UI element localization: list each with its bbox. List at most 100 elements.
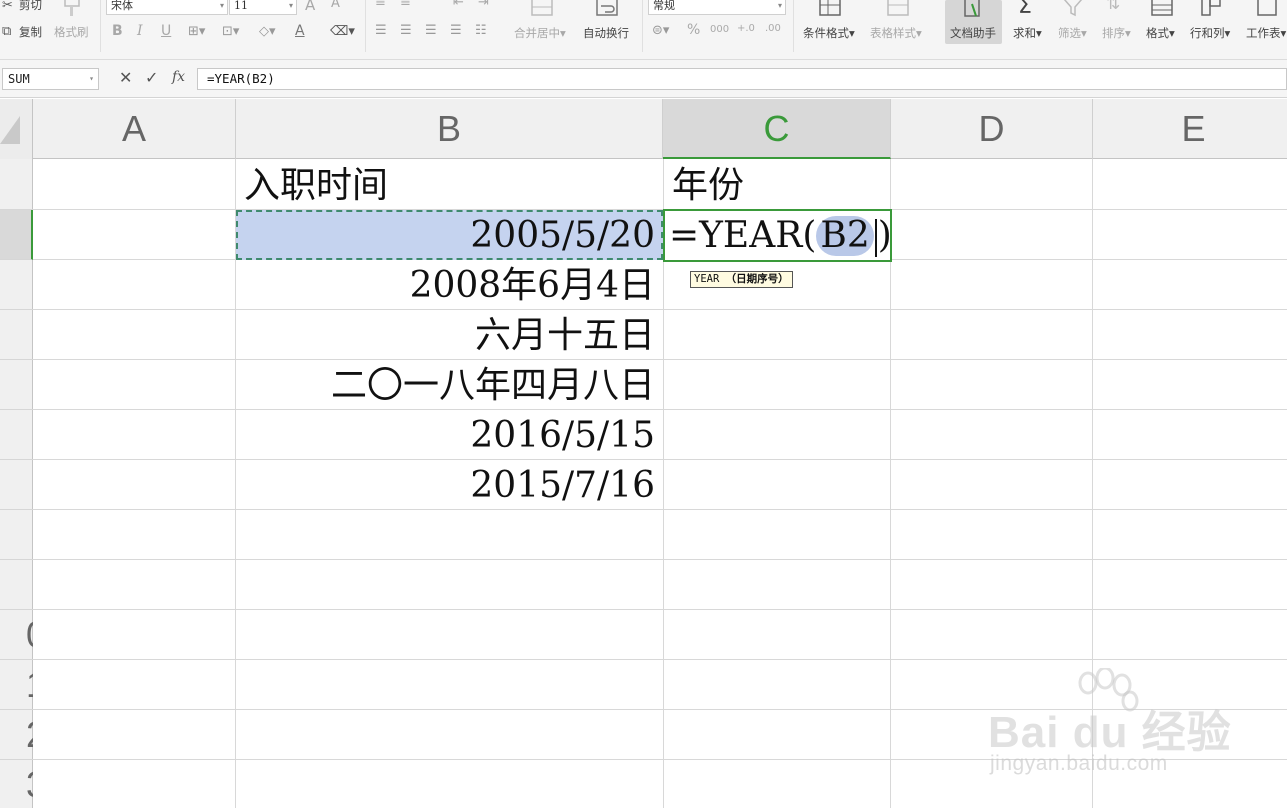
indent-decrease-icon[interactable]: ⇤	[453, 0, 464, 9]
row-header[interactable]	[0, 260, 33, 310]
conditional-format-icon[interactable]	[818, 0, 842, 18]
cell-b2[interactable]: 2005/5/20	[236, 210, 663, 260]
divider	[100, 0, 101, 52]
cell-b5[interactable]: 二〇一八年四月八日	[236, 360, 663, 410]
table-style-button[interactable]: 表格样式▾	[870, 25, 922, 41]
grid-line	[33, 559, 1287, 560]
row-header[interactable]	[0, 160, 33, 210]
cell-b3[interactable]: 2008年6月4日	[236, 260, 663, 310]
row-header[interactable]: 1	[0, 660, 33, 710]
insert-function-button[interactable]: fx	[172, 69, 185, 85]
decrease-decimal-icon[interactable]: .00	[765, 22, 781, 35]
cell-b1[interactable]: 入职时间	[236, 160, 663, 210]
merge-center-icon[interactable]	[530, 0, 554, 18]
cancel-icon[interactable]: ✕	[119, 68, 132, 87]
row-header[interactable]	[0, 510, 33, 560]
divider	[793, 0, 794, 52]
column-header-c[interactable]: C	[663, 99, 891, 159]
row-col-icon[interactable]	[1200, 0, 1222, 18]
fill-color-icon[interactable]: ◇▾	[259, 25, 276, 38]
edit-prefix: =YEAR(	[669, 215, 817, 256]
format-icon[interactable]	[1150, 0, 1174, 18]
thousands-icon[interactable]: 000	[710, 23, 729, 36]
cell-c1[interactable]: 年份	[664, 160, 890, 210]
align-left-icon[interactable]: ☰	[375, 24, 387, 37]
scissors-icon[interactable]: ✂	[2, 0, 13, 12]
cell-b4[interactable]: 六月十五日	[236, 310, 663, 360]
cell-editor[interactable]: =YEAR(B2)	[669, 209, 892, 261]
currency-icon[interactable]: ⊜▾	[652, 24, 669, 37]
cell-b7[interactable]: 2015/7/16	[236, 460, 663, 510]
eraser-icon[interactable]: ⌫▾	[330, 25, 355, 38]
number-format-select[interactable]: 常规 ▾	[648, 0, 786, 15]
align-top-icon[interactable]: ≡	[375, 0, 386, 9]
column-header-b[interactable]: B	[236, 99, 663, 159]
row-header[interactable]	[0, 310, 33, 360]
copy-button[interactable]: 复制	[19, 24, 42, 40]
font-color-button[interactable]: A	[295, 23, 305, 39]
justify-icon[interactable]: ☰	[450, 24, 462, 37]
align-middle-icon[interactable]: ≡	[400, 0, 411, 9]
select-all-corner[interactable]	[0, 99, 33, 159]
chevron-down-icon: ▾	[777, 1, 782, 10]
worksheet-button[interactable]: 工作表▾	[1246, 25, 1286, 41]
cell-b6[interactable]: 2016/5/15	[236, 410, 663, 460]
divider	[365, 0, 366, 52]
cut-button[interactable]: 剪切	[19, 0, 42, 13]
row-header[interactable]	[0, 410, 33, 460]
row-header[interactable]: 3	[0, 760, 33, 808]
sort-icon[interactable]: ⇅	[1106, 0, 1120, 13]
merge-center-button[interactable]: 合并居中▾	[514, 25, 566, 41]
underline-button[interactable]: U	[161, 23, 171, 39]
format-painter-button[interactable]: 格式刷	[54, 24, 89, 40]
conditional-format-button[interactable]: 条件格式▾	[803, 25, 855, 41]
sigma-icon[interactable]: Σ	[1018, 0, 1032, 18]
enter-icon[interactable]: ✓	[145, 68, 158, 87]
copy-icon[interactable]: ⧉	[2, 25, 11, 38]
filter-button[interactable]: 筛选▾	[1058, 25, 1087, 41]
row-header[interactable]: 2	[0, 710, 33, 760]
table-style-icon[interactable]	[886, 0, 910, 18]
bold-button[interactable]: B	[112, 23, 123, 39]
wrap-text-icon[interactable]	[595, 0, 619, 18]
row-header[interactable]: 0	[0, 610, 33, 660]
percent-button[interactable]: %	[687, 22, 700, 38]
column-header-a[interactable]: A	[33, 99, 236, 159]
italic-button[interactable]: I	[137, 23, 143, 39]
sum-button[interactable]: 求和▾	[1013, 25, 1042, 41]
row-header-active[interactable]	[0, 210, 33, 260]
sort-button[interactable]: 排序▾	[1102, 25, 1131, 41]
watermark-brand: Bai du 经验	[988, 708, 1232, 757]
decrease-font-button[interactable]: A	[331, 0, 340, 11]
worksheet-icon[interactable]	[1256, 0, 1278, 18]
increase-decimal-icon[interactable]: +.0	[737, 22, 755, 35]
indent-increase-icon[interactable]: ⇥	[478, 0, 489, 9]
text-caret	[874, 219, 877, 257]
filter-icon[interactable]	[1062, 0, 1084, 18]
formula-input[interactable]: =YEAR(B2)	[197, 68, 1287, 90]
edit-suffix: )	[877, 215, 892, 256]
row-col-button[interactable]: 行和列▾	[1190, 25, 1230, 41]
doc-assistant-button[interactable]: 文档助手	[950, 25, 996, 41]
column-header-d[interactable]: D	[891, 99, 1093, 159]
name-box[interactable]: SUM ▾	[2, 68, 99, 90]
row-header[interactable]	[0, 560, 33, 610]
distribute-icon[interactable]: ☷	[475, 24, 487, 37]
column-header-e[interactable]: E	[1093, 99, 1287, 159]
align-right-icon[interactable]: ☰	[425, 24, 437, 37]
row-header[interactable]	[0, 460, 33, 510]
formula-bar: SUM ▾ ✕ ✓ fx =YEAR(B2)	[0, 60, 1287, 98]
align-center-icon[interactable]: ☰	[400, 24, 412, 37]
wrench-icon[interactable]	[962, 0, 984, 20]
row-header[interactable]	[0, 360, 33, 410]
format-button[interactable]: 格式▾	[1146, 25, 1175, 41]
format-painter-icon[interactable]	[62, 0, 82, 18]
cell-style-icon[interactable]: ⊡▾	[222, 25, 239, 38]
increase-font-button[interactable]: A	[305, 0, 315, 14]
wrap-text-button[interactable]: 自动换行	[583, 25, 629, 41]
border-icon[interactable]: ⊞▾	[188, 25, 205, 38]
font-size-select[interactable]: 11 ▾	[229, 0, 297, 15]
font-name-select[interactable]: 宋体 ▾	[106, 0, 228, 15]
tooltip-arg: （日期序号）	[725, 273, 789, 285]
divider	[642, 0, 643, 52]
